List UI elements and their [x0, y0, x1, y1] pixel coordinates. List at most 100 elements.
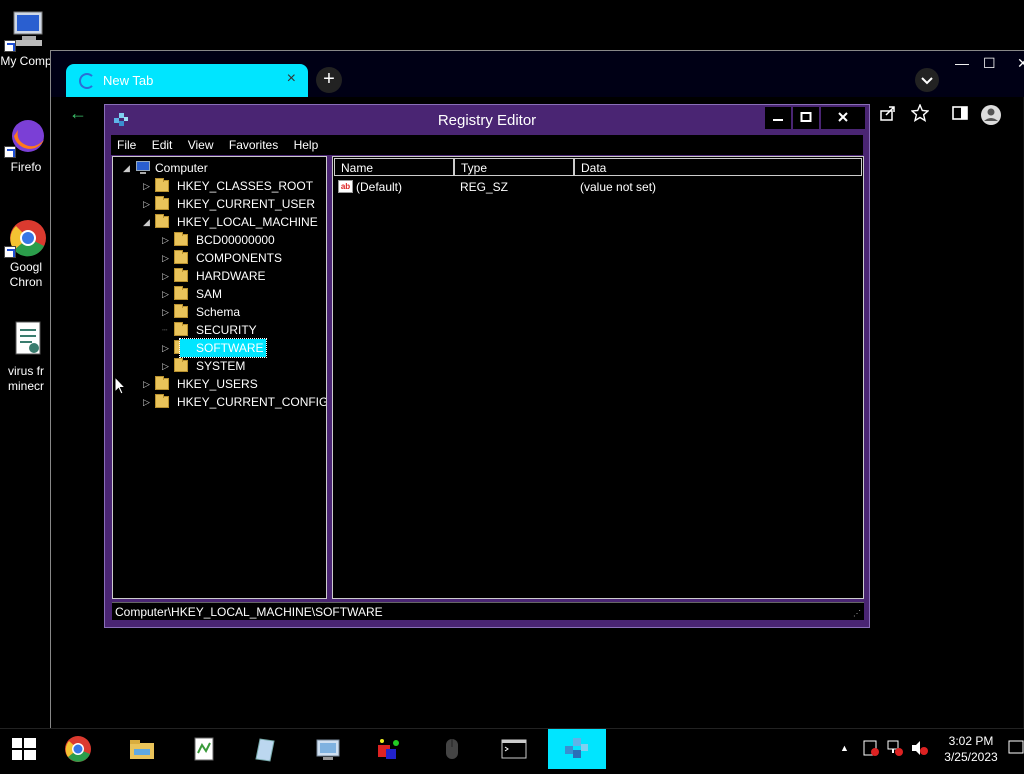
- browser-close-button[interactable]: ✕: [1017, 55, 1024, 72]
- back-button[interactable]: ←: [69, 103, 87, 124]
- expand-arrow-icon[interactable]: ▷: [143, 375, 153, 393]
- folder-icon: [155, 178, 169, 192]
- new-tab-button[interactable]: +: [316, 67, 342, 93]
- tree-item-label: BCD00000000: [196, 233, 275, 247]
- taskbar-notepad[interactable]: [236, 729, 292, 769]
- network-icon[interactable]: [886, 739, 904, 757]
- taskbar: ▲ 3:02 PM 3/25/2023: [0, 728, 1024, 769]
- collapse-arrow-icon[interactable]: ◢: [143, 213, 153, 231]
- tab-search-button[interactable]: [915, 68, 939, 92]
- tree-item-label: SECURITY: [196, 323, 257, 337]
- expand-arrow-icon[interactable]: ▷: [162, 285, 172, 303]
- windows-logo-icon: [12, 738, 36, 760]
- shortcut-arrow-icon: [4, 246, 16, 258]
- chrome-icon: [4, 214, 48, 258]
- folder-icon: [174, 322, 188, 336]
- column-header-data[interactable]: Data: [574, 158, 862, 176]
- menu-edit[interactable]: Edit: [146, 135, 179, 152]
- resize-grip-icon[interactable]: ⋰: [853, 609, 863, 619]
- expand-arrow-icon[interactable]: ▷: [162, 339, 172, 357]
- minimize-button[interactable]: [765, 107, 791, 129]
- collapse-arrow-icon[interactable]: ◢: [123, 159, 133, 177]
- taskbar-command-prompt[interactable]: [486, 729, 542, 769]
- chrome-icon: [65, 736, 91, 762]
- volume-muted-icon[interactable]: [910, 739, 928, 757]
- notifications-icon[interactable]: [1008, 739, 1024, 757]
- browser-minimize-button[interactable]: —: [955, 55, 969, 71]
- security-alert-icon[interactable]: [862, 739, 880, 757]
- folder-icon: [155, 196, 169, 210]
- registry-editor-titlebar[interactable]: Registry Editor: [105, 105, 869, 135]
- folder-icon: [174, 268, 188, 282]
- value-type: REG_SZ: [460, 180, 509, 194]
- expand-arrow-icon[interactable]: ▷: [162, 267, 172, 285]
- menu-bar: File Edit View Favorites Help: [111, 135, 863, 155]
- clock-date: 3/25/2023: [944, 750, 998, 764]
- column-header-type[interactable]: Type: [454, 158, 574, 176]
- desktop-icon-my-computer[interactable]: My Comp: [0, 8, 52, 69]
- folder-icon: [174, 286, 188, 300]
- close-button[interactable]: [821, 107, 865, 129]
- taskbar-notepadpp[interactable]: [176, 729, 232, 769]
- minimize-icon: [773, 119, 783, 121]
- menu-help[interactable]: Help: [288, 135, 325, 152]
- notepad-plus-plus-icon: [194, 737, 214, 761]
- chevron-down-icon: [921, 77, 933, 85]
- desktop-icon-firefox[interactable]: Firefo: [0, 114, 52, 175]
- desktop-icon-google-chrome[interactable]: Googl Chron: [0, 214, 52, 290]
- menu-view[interactable]: View: [182, 135, 220, 152]
- expand-arrow-icon[interactable]: ▷: [143, 393, 153, 411]
- taskbar-file-explorer[interactable]: [114, 729, 170, 769]
- taskbar-mouse-settings[interactable]: [424, 729, 480, 769]
- clock-time: 3:02 PM: [948, 734, 994, 748]
- expand-arrow-icon[interactable]: ▷: [162, 231, 172, 249]
- desktop-icon-label: My Comp: [0, 54, 52, 68]
- browser-tab-new-tab[interactable]: New Tab ×: [66, 64, 308, 97]
- expand-arrow-icon[interactable]: ▷: [162, 303, 172, 321]
- desktop-icon-label-line1: virus fr: [8, 364, 44, 378]
- expand-arrow-icon[interactable]: ▷: [162, 249, 172, 267]
- taskbar-paint[interactable]: [360, 729, 416, 769]
- menu-favorites[interactable]: Favorites: [223, 135, 284, 152]
- tree-item-label: HKEY_CURRENT_CONFIG: [177, 395, 327, 409]
- expand-arrow-icon[interactable]: ▷: [162, 357, 172, 375]
- side-panel-button[interactable]: [949, 104, 971, 126]
- menu-file[interactable]: File: [111, 135, 142, 152]
- profile-button[interactable]: [980, 104, 1002, 126]
- taskbar-chrome[interactable]: [50, 729, 106, 769]
- expand-arrow-icon[interactable]: ▷: [143, 177, 153, 195]
- loading-spinner-icon: [79, 73, 95, 89]
- start-button[interactable]: [0, 729, 48, 769]
- show-hidden-icons-button[interactable]: ▲: [840, 743, 849, 753]
- taskbar-clock[interactable]: 3:02 PM 3/25/2023: [936, 733, 1006, 765]
- tab-close-button[interactable]: ×: [287, 70, 296, 88]
- registry-values-list[interactable]: Name Type Data ab (Default) REG_SZ (valu…: [332, 156, 864, 599]
- value-row[interactable]: ab (Default) REG_SZ (value not set): [333, 178, 863, 196]
- tree-item-label: SAM: [196, 287, 223, 301]
- tree-item-label: COMPONENTS: [196, 251, 283, 265]
- notepad-icon: [255, 738, 275, 762]
- browser-maximize-button[interactable]: ☐: [983, 55, 996, 72]
- tree-item-label: SOFTWARE: [179, 338, 267, 358]
- script-file-icon: [4, 318, 48, 362]
- taskbar-control-panel[interactable]: [300, 729, 356, 769]
- expand-arrow-icon[interactable]: ▷: [143, 195, 153, 213]
- side-panel-icon: [952, 106, 968, 120]
- browser-tabstrip: New Tab × + — ☐ ✕: [51, 51, 1024, 97]
- share-button[interactable]: [877, 104, 899, 126]
- folder-icon: [130, 740, 154, 759]
- window-title: Registry Editor: [437, 112, 537, 129]
- registry-editor-window: Registry Editor File Edit View Favorites…: [104, 104, 870, 628]
- value-data: (value not set): [580, 180, 657, 194]
- taskbar-registry-editor[interactable]: [548, 729, 606, 769]
- bookmark-star-button[interactable]: [909, 103, 931, 126]
- tree-item-label: SYSTEM: [196, 359, 246, 373]
- folder-icon: [155, 376, 169, 390]
- computer-icon: [136, 161, 150, 174]
- column-header-name[interactable]: Name: [334, 158, 454, 176]
- maximize-button[interactable]: [793, 107, 819, 129]
- desktop-icon-script-file[interactable]: virus fr minecr: [0, 318, 52, 394]
- star-icon: [910, 103, 930, 122]
- close-icon: [838, 112, 848, 122]
- registry-tree[interactable]: ◢ Computer ▷ HKEY_CLASSES_ROOT ▷ HKEY_CU…: [112, 156, 327, 599]
